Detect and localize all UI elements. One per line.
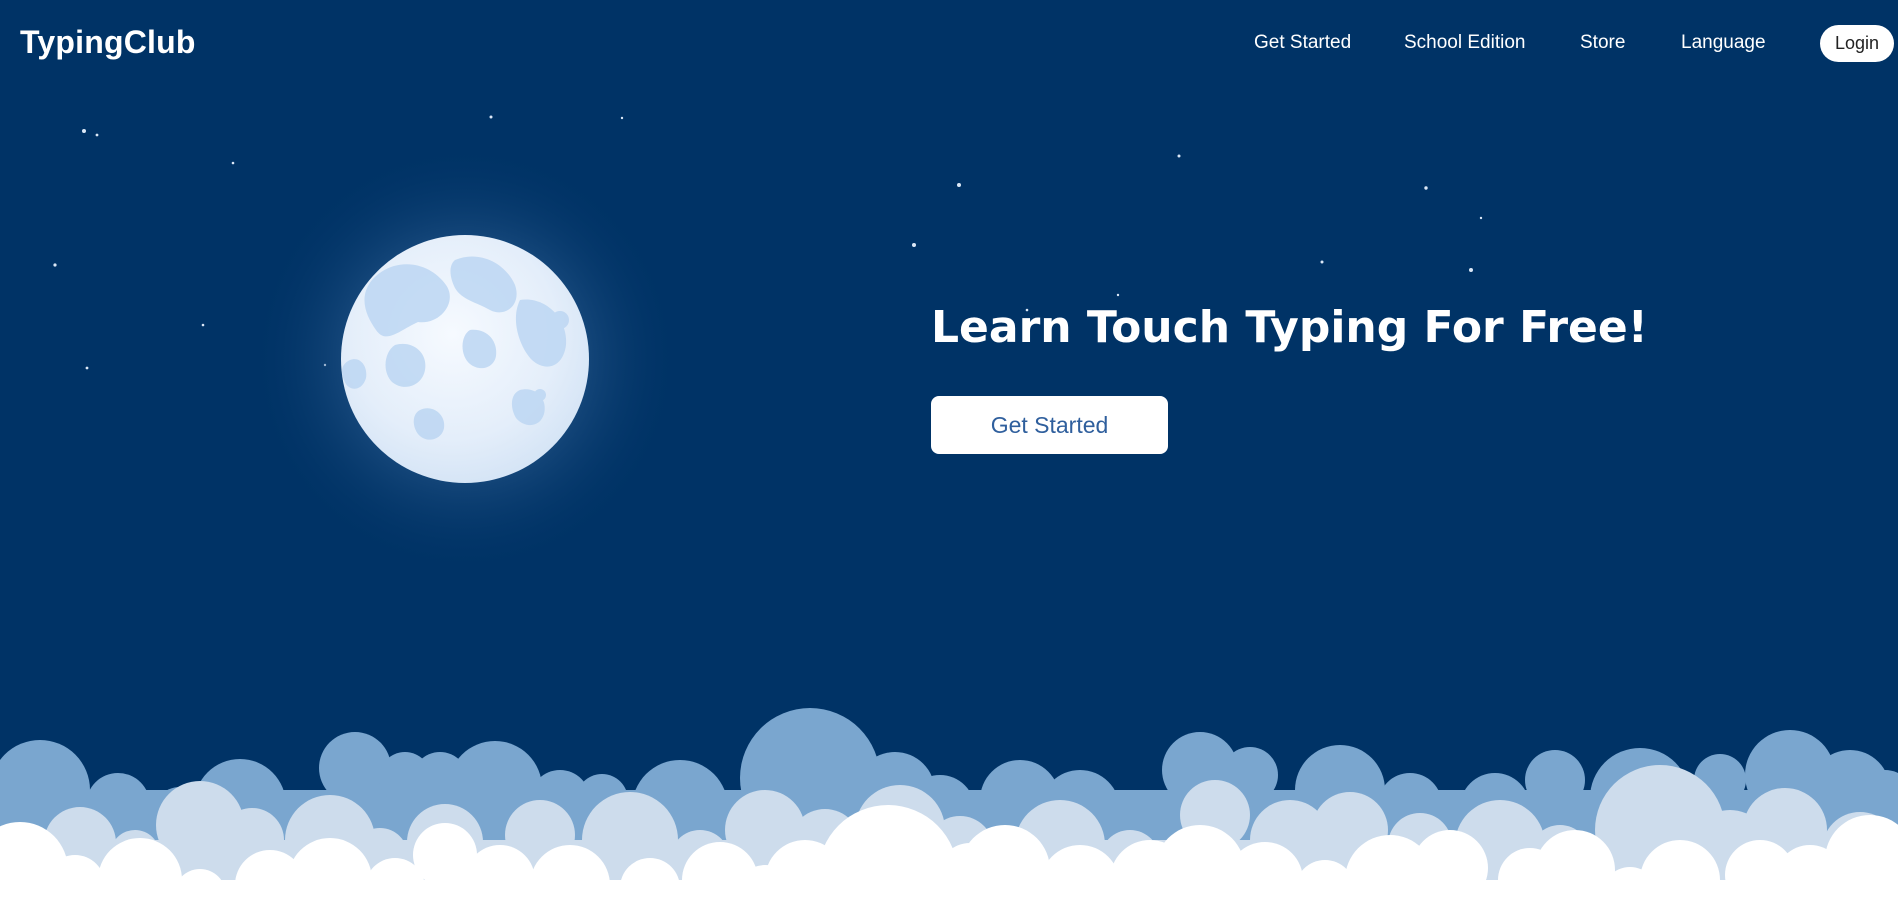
typingclub-homepage: TypingClub Get Started School Edition St… (0, 0, 1902, 920)
nav-get-started[interactable]: Get Started (1254, 32, 1351, 54)
nav-language[interactable]: Language (1681, 32, 1766, 54)
clouds-icon (0, 708, 1898, 900)
page-bottom-strip (0, 900, 1902, 920)
night-sky-background: TypingClub Get Started School Edition St… (0, 0, 1898, 900)
scrollbar-edge (1898, 0, 1902, 920)
login-button[interactable]: Login (1820, 25, 1894, 62)
get-started-button[interactable]: Get Started (931, 396, 1168, 454)
top-nav: Get Started School Edition Store Languag… (0, 24, 1898, 64)
hero-title: Learn Touch Typing For Free! (931, 302, 1648, 353)
full-moon-icon (250, 144, 680, 574)
nav-school-edition[interactable]: School Edition (1404, 32, 1525, 54)
nav-store[interactable]: Store (1580, 32, 1625, 54)
